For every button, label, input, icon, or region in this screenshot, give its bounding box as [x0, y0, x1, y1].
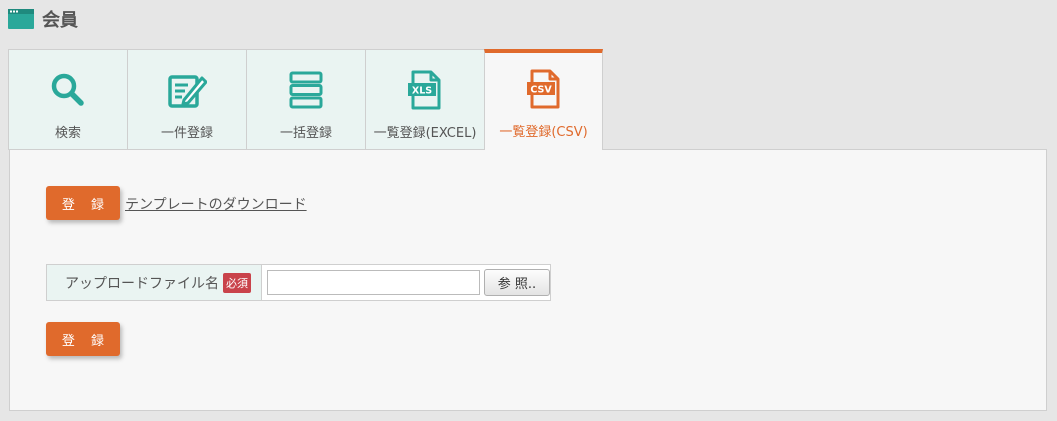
upload-input-cell: 参 照..	[262, 265, 550, 300]
file-name-input[interactable]	[267, 270, 480, 295]
required-badge: 必須	[223, 272, 251, 293]
xls-icon-text: XLS	[412, 86, 432, 97]
list-icon	[289, 71, 323, 109]
page-title: 会員	[42, 10, 78, 31]
tab-list-register-excel[interactable]: XLS 一覧登録(EXCEL)	[365, 49, 484, 150]
register-button-bottom[interactable]: 登 録	[46, 322, 120, 356]
tab-bulk-register-label: 一括登録	[279, 126, 332, 141]
tab-bulk-register[interactable]: 一括登録	[246, 49, 365, 150]
tab-single-register-label: 一件登録	[160, 126, 213, 141]
tab-search-label: 検索	[54, 126, 81, 141]
csv-file-icon: CSV	[526, 69, 559, 109]
csv-register-panel: 登 録 テンプレートのダウンロード アップロードファイル名 必須 参 照.. 登…	[9, 149, 1047, 411]
register-button-top[interactable]: 登 録	[46, 186, 120, 220]
template-download-link[interactable]: テンプレートのダウンロード	[125, 194, 307, 214]
browse-button[interactable]: 参 照..	[484, 269, 550, 296]
window-icon	[8, 9, 34, 29]
upload-label-cell: アップロードファイル名 必須	[47, 265, 262, 300]
upload-file-row: アップロードファイル名 必須 参 照..	[46, 264, 551, 301]
tab-single-register[interactable]: 一件登録	[127, 49, 246, 150]
upload-file-label: アップロードファイル名	[65, 275, 219, 292]
search-icon	[51, 73, 84, 106]
tab-list-register-csv[interactable]: CSV 一覧登録(CSV)	[484, 49, 603, 150]
tab-search[interactable]: 検索	[8, 49, 127, 150]
tab-list-register-csv-label: 一覧登録(CSV)	[499, 125, 588, 140]
page-header: 会員	[8, 6, 78, 32]
csv-icon-text: CSV	[530, 85, 552, 96]
xls-file-icon: XLS	[408, 70, 441, 110]
tab-list-register-excel-label: 一覧登録(EXCEL)	[373, 126, 477, 141]
tab-bar: 検索 一件登録 一括登録 XLS 一覧登録(EXCEL) CSV 一覧登録(CS…	[8, 49, 603, 150]
edit-icon	[168, 75, 207, 108]
